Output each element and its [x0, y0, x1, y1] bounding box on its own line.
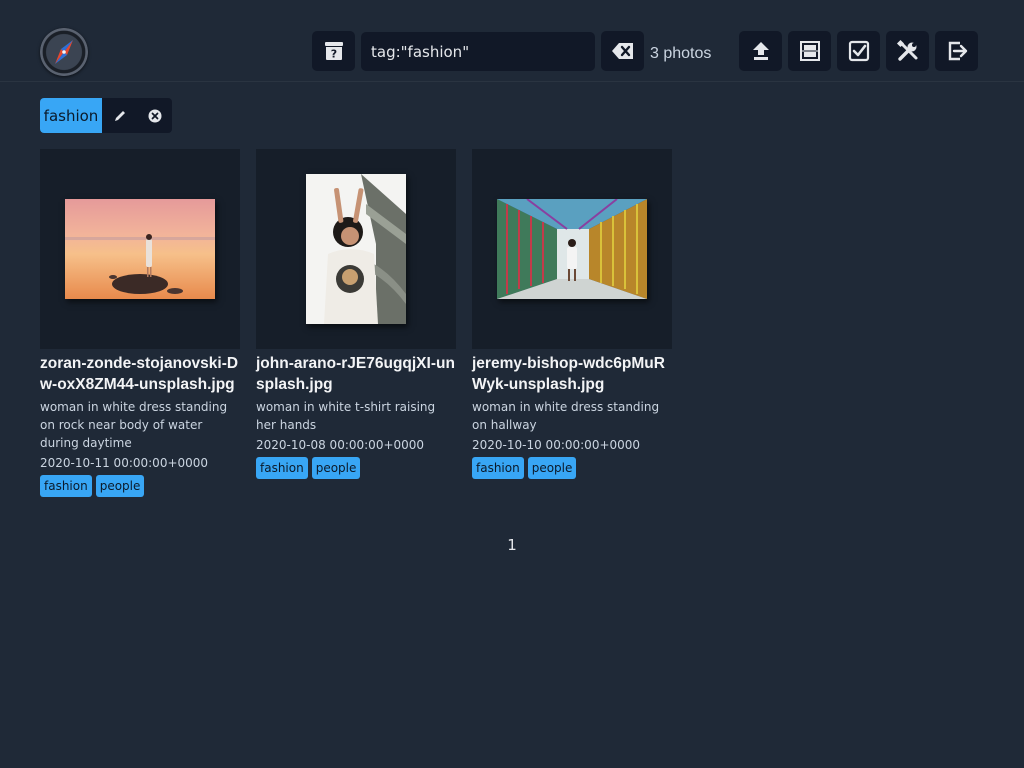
photo-thumbnail[interactable]: [306, 174, 406, 324]
tag-badge[interactable]: people: [527, 457, 577, 479]
search-input[interactable]: [361, 32, 595, 71]
photo-count: 3 photos: [650, 45, 712, 62]
logout-button[interactable]: [935, 31, 978, 71]
photo-description: woman in white dress standing on hallway: [472, 400, 660, 432]
logout-icon: [948, 41, 967, 61]
photo-tags: fashion people: [472, 457, 672, 479]
upload-arrow-icon: [752, 42, 769, 60]
photo-description: woman in white dress standing on rock ne…: [40, 400, 228, 450]
photo-tags: fashion people: [40, 475, 240, 497]
tag-badge[interactable]: fashion: [40, 475, 92, 497]
photo-filename[interactable]: zoran-zonde-stojanovski-Dw-oxX8ZM44-unsp…: [40, 353, 240, 395]
active-tag-label[interactable]: fashion: [40, 98, 102, 133]
photo-date: 2020-10-08 00:00:00+0000: [256, 438, 425, 452]
photo-card: jeremy-bishop-wdc6pMuRWyk-unsplash.jpg w…: [472, 149, 672, 479]
photo-thumbnail-container[interactable]: [40, 149, 240, 349]
tools-button[interactable]: [886, 31, 929, 71]
tag-badge[interactable]: people: [311, 457, 361, 479]
photo-thumbnail[interactable]: [65, 199, 215, 299]
photo-filename[interactable]: john-arano-rJE76ugqjXI-unsplash.jpg: [256, 353, 456, 395]
layout-button[interactable]: [788, 31, 831, 71]
photo-thumbnail-container[interactable]: [256, 149, 456, 349]
tag-badge[interactable]: fashion: [256, 457, 308, 479]
photo-card: john-arano-rJE76ugqjXI-unsplash.jpg woma…: [256, 149, 456, 479]
top-bar: ? 3 photos: [0, 0, 1024, 82]
upload-button[interactable]: [739, 31, 782, 71]
photo-filename[interactable]: jeremy-bishop-wdc6pMuRWyk-unsplash.jpg: [472, 353, 672, 395]
photo-thumbnail[interactable]: [497, 199, 647, 299]
active-tag-filter: fashion: [40, 98, 172, 133]
photo-date: 2020-10-10 00:00:00+0000: [472, 438, 641, 452]
photo-card: zoran-zonde-stojanovski-Dw-oxX8ZM44-unsp…: [40, 149, 240, 497]
svg-text:?: ?: [330, 48, 336, 61]
photo-tags: fashion people: [256, 457, 456, 479]
archive-question-icon: ?: [324, 42, 343, 61]
tools-icon: [896, 39, 917, 61]
grid-layout-icon: [799, 41, 820, 61]
photo-thumbnail-container[interactable]: [472, 149, 672, 349]
app-logo[interactable]: [40, 28, 88, 76]
photo-date: 2020-10-11 00:00:00+0000: [40, 456, 209, 470]
pagination: 1: [0, 536, 1024, 554]
backspace-icon: [611, 43, 633, 59]
select-button[interactable]: [837, 31, 880, 71]
saved-searches-button[interactable]: ?: [312, 31, 355, 71]
close-circle-icon: [148, 109, 161, 122]
page-number-current[interactable]: 1: [507, 536, 517, 554]
edit-tag-button[interactable]: [102, 98, 137, 133]
checkbox-icon: [848, 40, 869, 62]
photo-description: woman in white t-shirt raising her hands: [256, 400, 436, 432]
remove-tag-button[interactable]: [137, 98, 172, 133]
clear-search-button[interactable]: [601, 31, 644, 71]
tag-badge[interactable]: fashion: [472, 457, 524, 479]
tag-badge[interactable]: people: [95, 475, 145, 497]
pencil-icon: [114, 110, 125, 121]
